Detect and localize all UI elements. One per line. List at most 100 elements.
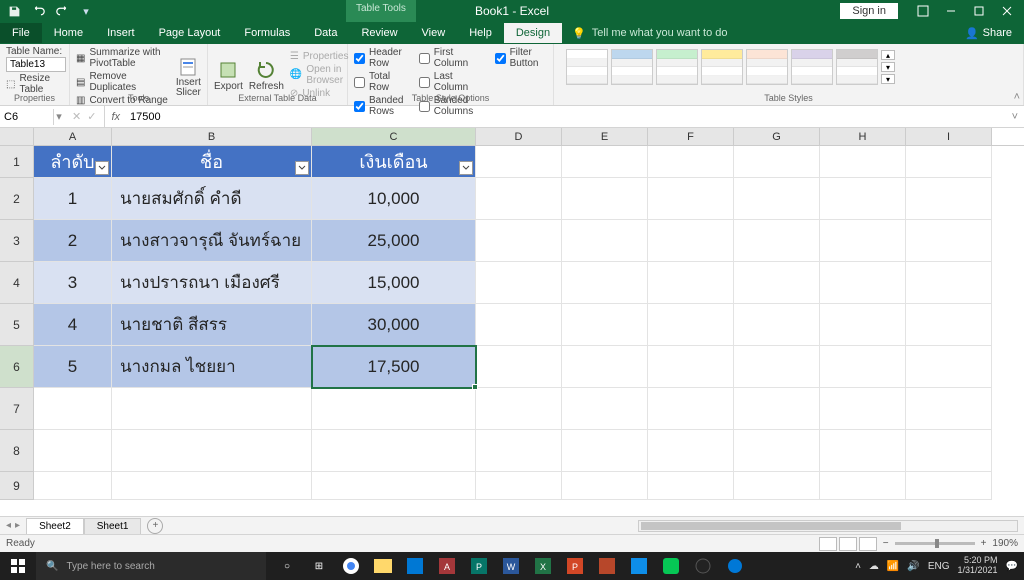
page-layout-view-icon[interactable] xyxy=(839,537,857,551)
cell-G7[interactable] xyxy=(734,388,820,430)
undo-icon[interactable] xyxy=(28,2,48,20)
style-swatch-1[interactable] xyxy=(611,49,653,85)
cancel-formula-icon[interactable]: ✕ xyxy=(72,110,81,123)
cell-C9[interactable] xyxy=(312,472,476,500)
tray-cloud-icon[interactable]: ☁ xyxy=(869,561,879,572)
gallery-more-button[interactable]: ▴▾▾ xyxy=(881,49,895,85)
zoom-slider[interactable] xyxy=(895,542,975,545)
close-icon[interactable] xyxy=(994,2,1020,20)
signin-button[interactable]: Sign in xyxy=(840,3,898,19)
page-break-view-icon[interactable] xyxy=(859,537,877,551)
cell-B1[interactable]: ชื่อ xyxy=(112,146,312,178)
cell-F9[interactable] xyxy=(648,472,734,500)
cell-D6[interactable] xyxy=(476,346,562,388)
cell-C6[interactable]: 17,500 xyxy=(312,346,476,388)
zoom-level[interactable]: 190% xyxy=(992,538,1018,549)
sheet-tab-sheet1[interactable]: Sheet1 xyxy=(84,518,142,534)
cell-H1[interactable] xyxy=(820,146,906,178)
cell-H8[interactable] xyxy=(820,430,906,472)
maximize-icon[interactable] xyxy=(966,2,992,20)
cell-I1[interactable] xyxy=(906,146,992,178)
row-header-8[interactable]: 8 xyxy=(0,430,34,472)
cell-E1[interactable] xyxy=(562,146,648,178)
save-icon[interactable] xyxy=(4,2,24,20)
total-row-checkbox[interactable]: Total Row xyxy=(354,70,413,94)
cell-I9[interactable] xyxy=(906,472,992,500)
cell-H9[interactable] xyxy=(820,472,906,500)
fx-icon[interactable]: fx xyxy=(105,111,126,123)
tab-view[interactable]: View xyxy=(410,23,458,43)
col-header-I[interactable]: I xyxy=(906,128,992,145)
cell-C8[interactable] xyxy=(312,430,476,472)
system-tray[interactable]: ˄ ☁ 📶 🔊 ENG 5:20 PM 1/31/2021 💬 xyxy=(855,556,1024,576)
cell-E4[interactable] xyxy=(562,262,648,304)
cell-C5[interactable]: 30,000 xyxy=(312,304,476,346)
cell-B6[interactable]: นางกมล ไชยยา xyxy=(112,346,312,388)
cell-G8[interactable] xyxy=(734,430,820,472)
cell-G2[interactable] xyxy=(734,178,820,220)
header-row-checkbox[interactable]: Header Row xyxy=(354,46,413,70)
tab-page-layout[interactable]: Page Layout xyxy=(147,23,233,43)
col-header-E[interactable]: E xyxy=(562,128,648,145)
cell-A2[interactable]: 1 xyxy=(34,178,112,220)
cell-B3[interactable]: นางสาวจารุณี จันทร์ฉาย xyxy=(112,220,312,262)
cell-G6[interactable] xyxy=(734,346,820,388)
cell-G5[interactable] xyxy=(734,304,820,346)
cell-I5[interactable] xyxy=(906,304,992,346)
cell-G4[interactable] xyxy=(734,262,820,304)
filter-button-checkbox[interactable]: Filter Button xyxy=(495,46,547,70)
cell-A8[interactable] xyxy=(34,430,112,472)
cell-D2[interactable] xyxy=(476,178,562,220)
row-header-3[interactable]: 3 xyxy=(0,220,34,262)
filter-button-B[interactable] xyxy=(295,161,309,175)
filter-button-C[interactable] xyxy=(459,161,473,175)
first-col-checkbox[interactable]: First Column xyxy=(419,46,489,70)
cell-A1[interactable]: ลำดับ xyxy=(34,146,112,178)
col-header-F[interactable]: F xyxy=(648,128,734,145)
name-box[interactable]: C6 xyxy=(0,109,54,125)
cell-B9[interactable] xyxy=(112,472,312,500)
cell-A5[interactable]: 4 xyxy=(34,304,112,346)
cell-B7[interactable] xyxy=(112,388,312,430)
redo-icon[interactable] xyxy=(52,2,72,20)
remove-duplicates-button[interactable]: ▤Remove Duplicates xyxy=(76,70,170,94)
cell-H2[interactable] xyxy=(820,178,906,220)
col-header-C[interactable]: C xyxy=(312,128,476,145)
cell-E6[interactable] xyxy=(562,346,648,388)
cell-I6[interactable] xyxy=(906,346,992,388)
tray-notifications-icon[interactable]: 💬 xyxy=(1006,561,1018,572)
row-header-4[interactable]: 4 xyxy=(0,262,34,304)
tab-design[interactable]: Design xyxy=(504,23,562,43)
cell-G9[interactable] xyxy=(734,472,820,500)
cell-A6[interactable]: 5 xyxy=(34,346,112,388)
cell-B4[interactable]: นางปรารถนา เมืองศรี xyxy=(112,262,312,304)
sheet-nav[interactable]: ◂▸ xyxy=(0,520,26,531)
cell-A3[interactable]: 2 xyxy=(34,220,112,262)
cell-I8[interactable] xyxy=(906,430,992,472)
cell-C1[interactable]: เงินเดือน xyxy=(312,146,476,178)
tab-data[interactable]: Data xyxy=(302,23,349,43)
style-swatch-6[interactable] xyxy=(836,49,878,85)
normal-view-icon[interactable] xyxy=(819,537,837,551)
cell-C7[interactable] xyxy=(312,388,476,430)
cell-F3[interactable] xyxy=(648,220,734,262)
cell-A7[interactable] xyxy=(34,388,112,430)
cell-I7[interactable] xyxy=(906,388,992,430)
zoom-out-icon[interactable]: − xyxy=(883,538,889,549)
style-swatch-2[interactable] xyxy=(656,49,698,85)
row-header-5[interactable]: 5 xyxy=(0,304,34,346)
row-header-2[interactable]: 2 xyxy=(0,178,34,220)
cell-D4[interactable] xyxy=(476,262,562,304)
cell-E5[interactable] xyxy=(562,304,648,346)
cell-F6[interactable] xyxy=(648,346,734,388)
col-header-H[interactable]: H xyxy=(820,128,906,145)
tab-formulas[interactable]: Formulas xyxy=(232,23,302,43)
sheet-tab-sheet2[interactable]: Sheet2 xyxy=(26,518,84,534)
qat-more-icon[interactable]: ▾ xyxy=(76,2,96,20)
cell-E8[interactable] xyxy=(562,430,648,472)
style-swatch-4[interactable] xyxy=(746,49,788,85)
style-swatch-0[interactable] xyxy=(566,49,608,85)
share-button[interactable]: 👤 Share xyxy=(953,23,1024,44)
cell-E2[interactable] xyxy=(562,178,648,220)
name-box-dropdown-icon[interactable]: ▾ xyxy=(54,110,64,123)
